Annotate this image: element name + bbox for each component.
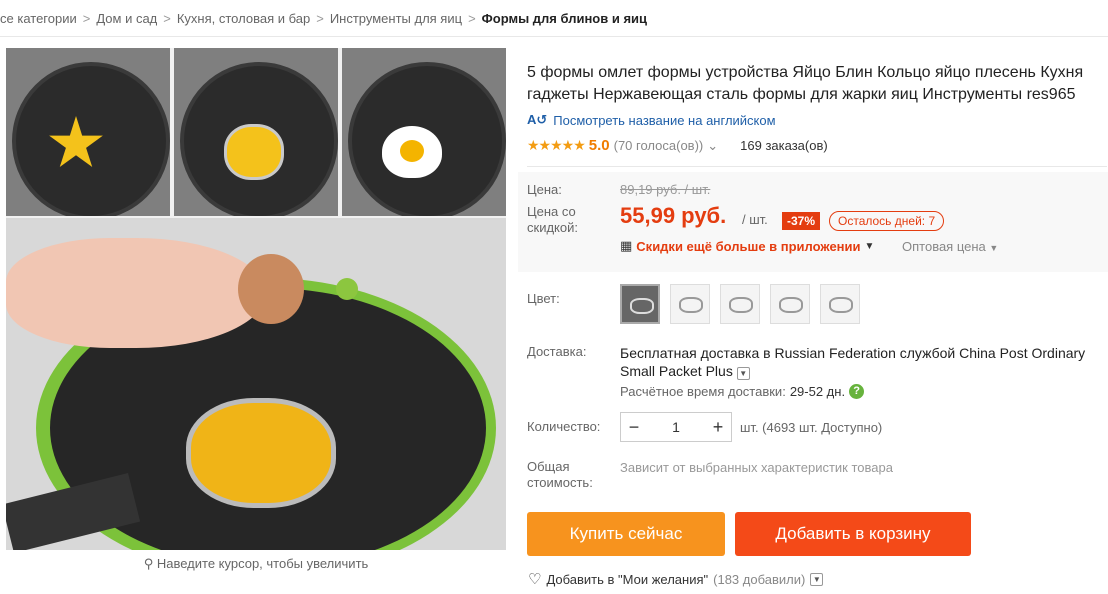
caret-down-icon: ▼ — [989, 243, 999, 253]
color-label: Цвет: — [527, 291, 560, 306]
chevron-down-icon[interactable]: ▼ — [736, 367, 750, 380]
color-swatches — [620, 284, 860, 324]
handle-knob-image — [336, 278, 358, 300]
yolk-image — [400, 140, 424, 162]
breadcrumb-separator: > — [163, 10, 171, 26]
qr-code-icon: ▦ — [620, 238, 633, 253]
breadcrumb-item[interactable]: Кухня, столовая и бар — [177, 11, 310, 26]
wishlist-count: (183 добавили) — [713, 571, 806, 587]
breadcrumb-item[interactable]: Дом и сад — [96, 11, 157, 26]
product-gallery — [6, 48, 506, 550]
discount-badge: -37% — [782, 212, 821, 230]
product-title: 5 формы омлет формы устройства Яйцо Блин… — [527, 64, 1084, 103]
zoom-hint: ⚲ Наведите курсор, чтобы увеличить — [6, 556, 506, 572]
gallery-thumbnail[interactable] — [6, 48, 170, 216]
heart-plus-icon: ♡ — [528, 571, 542, 588]
heart-mold-egg-image — [186, 398, 336, 508]
rating-row: ★★★★★ 5.0 (70 голоса(ов)) ⌄ 169 заказа(о… — [527, 137, 828, 154]
caret-down-icon: ▼ — [864, 240, 875, 252]
discount-price-label: Цена со скидкой: — [527, 204, 578, 235]
delivery-time-value: 29-52 дн. — [789, 384, 846, 399]
flower-egg-image — [224, 124, 284, 180]
rating-votes[interactable]: (70 голоса(ов)) — [614, 138, 704, 153]
price-label: Цена: — [527, 182, 562, 197]
divider — [527, 166, 1107, 167]
app-deal-link[interactable]: ▦ Скидки ещё больше в приложении ▼ — [620, 238, 874, 254]
breadcrumb-separator: > — [82, 10, 91, 26]
rating-stars-icon: ★★★★★ — [527, 137, 586, 153]
help-icon[interactable]: ? — [849, 384, 865, 399]
breadcrumb-separator: > — [316, 10, 324, 26]
chevron-down-icon[interactable]: ⌄ — [707, 138, 718, 154]
breadcrumb-item[interactable]: се категории — [0, 11, 77, 26]
minus-button[interactable]: − — [621, 417, 647, 438]
buy-now-button[interactable]: Купить сейчас — [527, 512, 725, 556]
breadcrumb: се категории > Дом и сад > Кухня, столовая… — [0, 0, 1108, 37]
shipping-text: Бесплатная доставка в Russian Federation… — [620, 345, 1086, 379]
shipping-label: Доставка: — [527, 344, 587, 359]
total-value: Зависит от выбранных характеристик товар… — [620, 460, 893, 475]
current-price: 55,99 руб. — [620, 203, 727, 228]
zoom-hint-text: Наведите курсор, чтобы увеличить — [156, 556, 369, 571]
color-swatch[interactable] — [720, 284, 760, 324]
app-deal-text[interactable]: Скидки ещё больше в приложении — [636, 239, 860, 254]
color-swatch[interactable] — [770, 284, 810, 324]
quantity-stepper: − 1 + — [620, 412, 732, 442]
hands-image — [6, 238, 266, 348]
add-to-cart-button[interactable]: Добавить в корзину — [735, 512, 971, 556]
days-left-badge: Осталось дней: 7 — [829, 211, 945, 231]
color-swatch[interactable] — [620, 284, 660, 324]
translate-link[interactable]: A↺ Посмотреть название на английском — [527, 112, 776, 128]
color-swatch[interactable] — [820, 284, 860, 324]
wishlist-text[interactable]: Добавить в "Мои желания" — [546, 572, 708, 587]
chevron-down-icon[interactable]: ▼ — [810, 572, 824, 586]
delivery-time: Расчётное время доставки: 29-52 дн. ? — [620, 384, 865, 399]
quantity-label: Количество: — [527, 419, 601, 434]
shipping-method[interactable]: Бесплатная доставка в Russian Federation… — [620, 344, 1100, 380]
plus-button[interactable]: + — [705, 417, 731, 438]
main-product-image[interactable] — [6, 218, 506, 550]
old-price: 89,19 руб. / шт. — [620, 182, 711, 197]
wholesale-text[interactable]: Оптовая цена — [902, 239, 986, 254]
breadcrumb-current: Формы для блинов и яиц — [481, 10, 648, 26]
quantity-available: шт. (4693 шт. Доступно) — [740, 420, 883, 435]
color-swatch[interactable] — [670, 284, 710, 324]
delivery-time-label: Расчётное время доставки: — [620, 384, 786, 399]
gallery-thumbnail[interactable] — [342, 48, 506, 216]
egg-shell-image — [238, 254, 304, 324]
quantity-input[interactable]: 1 — [647, 419, 705, 435]
translate-link-text[interactable]: Посмотреть название на английском — [553, 113, 775, 128]
wholesale-price-link[interactable]: Оптовая цена ▼ — [902, 239, 998, 254]
wishlist-link[interactable]: ♡ Добавить в "Мои желания" (183 добавили… — [528, 570, 824, 588]
magnifier-icon: ⚲ — [143, 556, 154, 571]
breadcrumb-item[interactable]: Инструменты для яиц — [330, 11, 462, 26]
translate-icon: A↺ — [527, 112, 548, 127]
price-unit: / шт. — [742, 212, 768, 227]
orders-count: 169 заказа(ов) — [740, 138, 828, 153]
breadcrumb-separator: > — [468, 10, 476, 26]
gallery-thumbnail[interactable] — [174, 48, 338, 216]
rating-score: 5.0 — [588, 137, 610, 154]
total-label: Общая стоимость: — [527, 459, 593, 490]
